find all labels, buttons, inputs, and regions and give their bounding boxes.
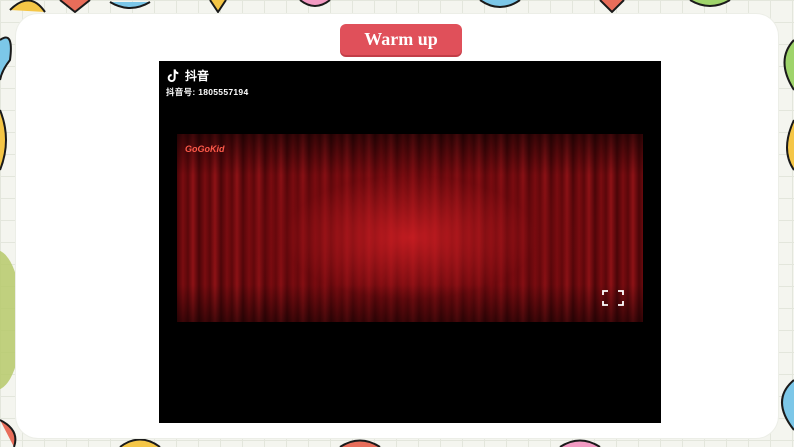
slide-title: Warm up xyxy=(340,24,462,55)
video-player[interactable]: 抖音 抖音号: 1805557194 GoGoKid xyxy=(159,61,661,423)
platform-name: 抖音 xyxy=(185,69,210,83)
video-frame-curtain: GoGoKid xyxy=(177,134,643,322)
tiktok-watermark: 抖音 xyxy=(165,67,209,84)
gogokid-logo: GoGoKid xyxy=(185,144,225,154)
tiktok-icon xyxy=(167,68,179,82)
account-id: 抖音号: 1805557194 xyxy=(166,87,249,97)
fullscreen-icon[interactable] xyxy=(602,290,624,306)
